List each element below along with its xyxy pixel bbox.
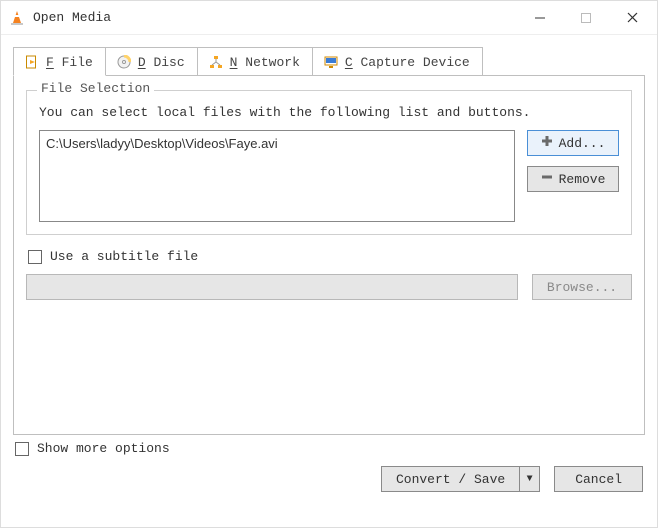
- convert-save-label: Convert / Save: [396, 472, 505, 487]
- titlebar: Open Media: [1, 1, 657, 35]
- minimize-button[interactable]: [517, 1, 563, 35]
- file-selection-desc: You can select local files with the foll…: [39, 105, 619, 120]
- subtitle-checkbox-label: Use a subtitle file: [50, 249, 198, 264]
- convert-save-dropdown[interactable]: ▼: [520, 466, 540, 492]
- window-title: Open Media: [33, 10, 111, 25]
- close-button[interactable]: [609, 1, 655, 35]
- file-icon: [24, 54, 40, 70]
- plus-icon: [541, 135, 553, 151]
- file-list-item[interactable]: C:\Users\ladyy\Desktop\Videos\Faye.avi: [46, 135, 508, 153]
- cancel-label: Cancel: [575, 472, 622, 487]
- browse-button-label: Browse...: [547, 280, 617, 295]
- tab-capture-label: Capture Device: [353, 55, 470, 70]
- convert-save-button[interactable]: Convert / Save ▼: [381, 466, 540, 492]
- tab-network-label: Network: [237, 55, 299, 70]
- tabs: F File D Disc N Network C Capture Device: [13, 47, 645, 76]
- tab-file-label: File: [54, 55, 93, 70]
- add-button[interactable]: Add...: [527, 130, 619, 156]
- file-list[interactable]: C:\Users\ladyy\Desktop\Videos\Faye.avi: [39, 130, 515, 222]
- remove-button-label: Remove: [559, 172, 606, 187]
- tab-capture[interactable]: C Capture Device: [312, 47, 483, 76]
- tab-disc[interactable]: D Disc: [105, 47, 198, 76]
- show-more-checkbox[interactable]: [15, 442, 29, 456]
- file-selection-fieldset: File Selection You can select local file…: [26, 90, 632, 235]
- vlc-icon: [9, 10, 25, 26]
- capture-icon: [323, 54, 339, 70]
- chevron-down-icon: ▼: [527, 474, 533, 485]
- tab-network[interactable]: N Network: [197, 47, 313, 76]
- file-panel: File Selection You can select local file…: [13, 75, 645, 435]
- browse-button: Browse...: [532, 274, 632, 300]
- cancel-button[interactable]: Cancel: [554, 466, 643, 492]
- tab-file[interactable]: F File: [13, 47, 106, 76]
- dialog-content: F File D Disc N Network C Capture Device…: [1, 35, 657, 435]
- add-button-label: Add...: [559, 136, 606, 151]
- subtitle-checkbox[interactable]: [28, 250, 42, 264]
- disc-icon: [116, 54, 132, 70]
- action-row: Convert / Save ▼ Cancel: [1, 466, 657, 504]
- maximize-button[interactable]: [563, 1, 609, 35]
- bottom-bar: Show more options: [1, 435, 657, 466]
- file-selection-legend: File Selection: [37, 81, 154, 96]
- remove-button[interactable]: Remove: [527, 166, 619, 192]
- subtitle-path-input: [26, 274, 518, 300]
- show-more-label: Show more options: [37, 441, 170, 456]
- convert-save-main[interactable]: Convert / Save: [381, 466, 520, 492]
- tab-disc-label: Disc: [146, 55, 185, 70]
- minus-icon: [541, 171, 553, 187]
- network-icon: [208, 54, 224, 70]
